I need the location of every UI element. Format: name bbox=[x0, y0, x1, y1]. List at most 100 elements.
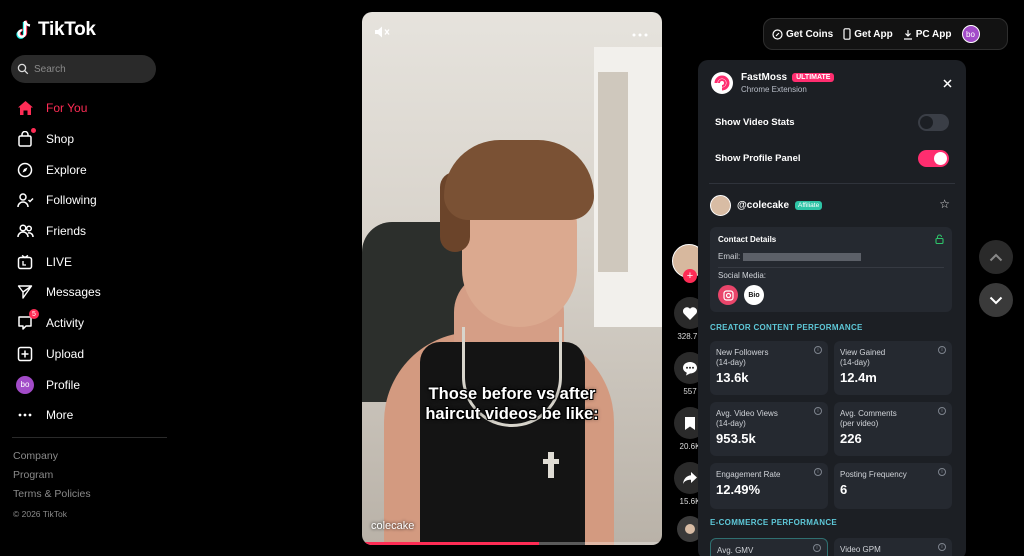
star-icon[interactable]: ☆ bbox=[939, 197, 950, 211]
user-avatar[interactable]: bo bbox=[961, 25, 980, 43]
nav-shop[interactable]: Shop bbox=[16, 124, 166, 155]
footer-link-company[interactable]: Company bbox=[13, 450, 91, 469]
chevron-up-icon bbox=[989, 253, 1003, 261]
info-icon[interactable]: i bbox=[814, 346, 822, 354]
search-input[interactable] bbox=[34, 63, 144, 75]
social-label: Social Media: bbox=[718, 271, 767, 280]
nav-label: Messages bbox=[46, 285, 101, 300]
nav-upload[interactable]: Upload bbox=[16, 339, 166, 370]
nav-more[interactable]: More bbox=[16, 400, 166, 431]
nav-explore[interactable]: Explore bbox=[16, 154, 166, 185]
stat-card-engagement-rate: Engagement Rate 12.49% i bbox=[710, 463, 828, 509]
following-icon bbox=[16, 191, 34, 209]
info-icon[interactable]: i bbox=[938, 346, 946, 354]
comment-icon bbox=[683, 361, 697, 375]
video-frame bbox=[548, 452, 554, 478]
close-icon bbox=[943, 79, 952, 88]
video-progress-bar[interactable] bbox=[362, 542, 662, 545]
messages-icon bbox=[16, 283, 34, 301]
search-box[interactable] bbox=[11, 55, 156, 83]
phone-icon bbox=[843, 28, 851, 40]
stat-label: New Followers bbox=[716, 348, 769, 357]
upload-icon bbox=[16, 345, 34, 363]
mute-button[interactable] bbox=[374, 25, 392, 44]
creator-handle[interactable]: @colecake bbox=[737, 200, 789, 211]
sidebar: TikTok For You Shop Explore Following Fr… bbox=[0, 0, 170, 556]
nav-following[interactable]: Following bbox=[16, 185, 166, 216]
info-icon[interactable]: i bbox=[814, 407, 822, 415]
email-label: Email: bbox=[718, 252, 741, 261]
home-icon bbox=[16, 99, 34, 117]
toggle-label: Show Profile Panel bbox=[715, 153, 801, 164]
bio-link-button[interactable]: Bio bbox=[744, 285, 764, 305]
share-icon bbox=[683, 472, 697, 484]
stat-card-avg-gmv: Avg. GMV i bbox=[710, 538, 828, 556]
stat-card-video-gpm: Video GPM i bbox=[834, 538, 952, 556]
nav-friends[interactable]: Friends bbox=[16, 216, 166, 247]
more-options-button[interactable] bbox=[632, 24, 648, 40]
info-icon[interactable]: i bbox=[938, 468, 946, 476]
social-icons: Bio bbox=[718, 285, 764, 305]
fastmoss-icon bbox=[714, 75, 730, 91]
video-frame bbox=[543, 459, 559, 464]
toggle-knob bbox=[920, 116, 933, 129]
nav-profile[interactable]: bo Profile bbox=[16, 369, 166, 400]
chevron-down-icon bbox=[989, 296, 1003, 304]
video-player[interactable]: Those before vs after haircut videos be … bbox=[362, 12, 662, 545]
more-icon bbox=[16, 406, 34, 424]
profile-panel-toggle[interactable] bbox=[918, 150, 949, 167]
stat-value: 226 bbox=[840, 431, 862, 446]
nav-label: More bbox=[46, 408, 74, 423]
info-icon[interactable]: i bbox=[813, 544, 821, 552]
email-row: Email: bbox=[718, 252, 862, 261]
close-button[interactable] bbox=[943, 76, 952, 91]
info-icon[interactable]: i bbox=[938, 407, 946, 415]
coin-icon bbox=[772, 28, 783, 40]
stat-card-view-gained: View Gained (14-day) 12.4m i bbox=[834, 341, 952, 395]
nav-label: For You bbox=[46, 101, 88, 116]
stat-label: Video GPM bbox=[840, 545, 881, 554]
panel-header: FastMoss ULTIMATE Chrome Extension bbox=[711, 72, 835, 94]
get-app-button[interactable]: Get App bbox=[843, 28, 893, 40]
video-stats-toggle[interactable] bbox=[918, 114, 949, 131]
ultimate-badge: ULTIMATE bbox=[792, 73, 835, 82]
stat-label: View Gained bbox=[840, 348, 886, 357]
video-frame bbox=[598, 72, 628, 272]
previous-video-button[interactable] bbox=[979, 240, 1013, 274]
fastmoss-logo bbox=[711, 72, 733, 94]
speaker-muted-icon bbox=[375, 26, 390, 38]
instagram-icon[interactable] bbox=[718, 285, 738, 305]
stat-value: 953.5k bbox=[716, 431, 756, 446]
stat-card-posting-frequency: Posting Frequency 6 i bbox=[834, 463, 952, 509]
shop-dot bbox=[31, 128, 36, 134]
toggle-label: Show Video Stats bbox=[715, 117, 795, 128]
follow-button[interactable]: + bbox=[683, 269, 697, 283]
nav-activity[interactable]: 5 Activity bbox=[16, 308, 166, 339]
next-video-button[interactable] bbox=[979, 283, 1013, 317]
nav-label: Profile bbox=[46, 377, 81, 392]
nav-for-you[interactable]: For You bbox=[16, 93, 166, 124]
panel-title: FastMoss bbox=[741, 72, 788, 83]
avatar: bo bbox=[16, 375, 34, 394]
info-icon[interactable]: i bbox=[814, 468, 822, 476]
activity-badge: 5 bbox=[29, 309, 39, 320]
top-action-bar: Get Coins Get App PC App bo bbox=[763, 18, 1008, 50]
video-username[interactable]: colecake bbox=[371, 520, 414, 532]
nav-messages[interactable]: Messages bbox=[16, 277, 166, 308]
download-icon bbox=[903, 29, 912, 40]
get-coins-button[interactable]: Get Coins bbox=[772, 29, 833, 40]
nav-label: Friends bbox=[46, 224, 87, 239]
stat-value: 12.4m bbox=[840, 370, 877, 385]
tiktok-logo[interactable]: TikTok bbox=[16, 19, 96, 41]
stat-value: 6 bbox=[840, 482, 848, 497]
footer-link-program[interactable]: Program bbox=[13, 469, 91, 488]
pc-app-button[interactable]: PC App bbox=[903, 29, 952, 40]
main-nav: For You Shop Explore Following Friends L… bbox=[16, 93, 166, 431]
stat-value: 13.6k bbox=[716, 370, 749, 385]
lock-icon bbox=[935, 234, 944, 246]
stat-label: Avg. Video Views bbox=[716, 409, 778, 418]
footer-link-terms[interactable]: Terms & Policies bbox=[13, 488, 91, 507]
info-icon[interactable]: i bbox=[938, 543, 946, 551]
pc-app-label: PC App bbox=[915, 28, 952, 40]
nav-live[interactable]: LIVE bbox=[16, 246, 166, 277]
